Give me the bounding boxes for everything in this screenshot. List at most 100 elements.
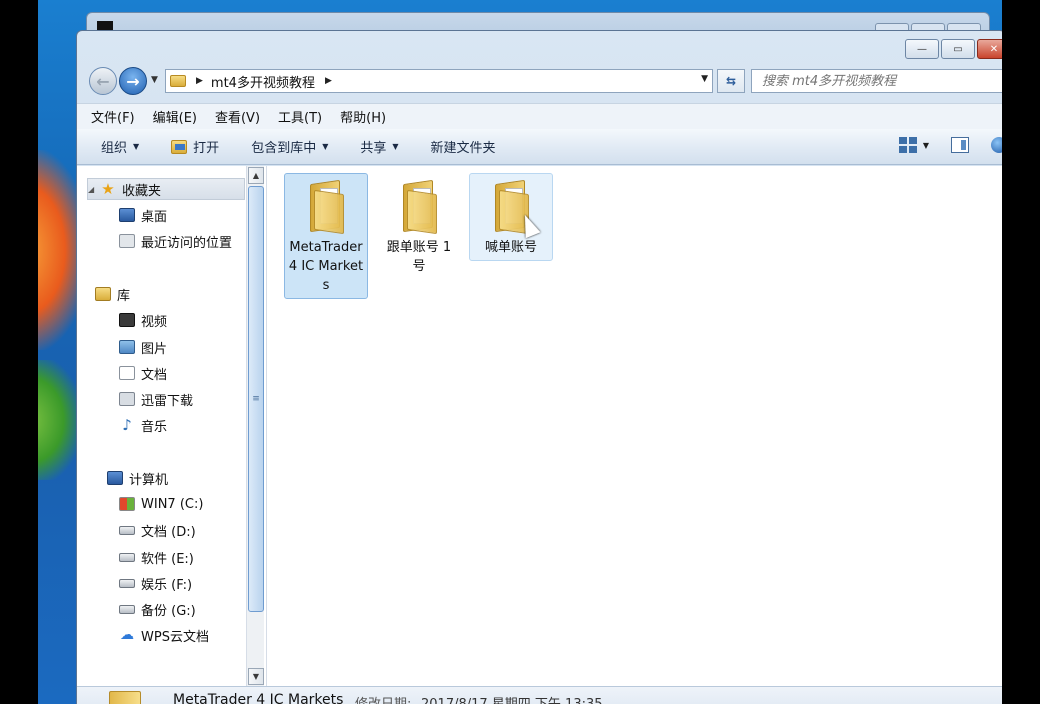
- nav-label: 迅雷下载: [141, 393, 194, 409]
- nav-label: 桌面: [141, 209, 168, 225]
- nav-drive-d[interactable]: 文档 (D:): [119, 519, 196, 541]
- nav-pictures[interactable]: 图片: [119, 336, 167, 358]
- nav-label: WIN7 (C:): [141, 496, 204, 512]
- nav-libraries[interactable]: 库: [95, 283, 130, 305]
- new-folder-label: 新建文件夹: [430, 141, 496, 156]
- back-button[interactable]: ←: [89, 67, 117, 95]
- computer-icon: [107, 471, 123, 485]
- windows-drive-icon: [119, 497, 135, 511]
- nav-label: 软件 (E:): [141, 551, 194, 567]
- nav-label: 图片: [141, 341, 168, 357]
- nav-label: 视频: [141, 314, 168, 330]
- nav-documents[interactable]: 文档: [119, 362, 167, 384]
- address-history-dropdown[interactable]: ▼: [701, 74, 708, 84]
- nav-videos[interactable]: 视频: [119, 309, 167, 331]
- open-button[interactable]: 打开: [171, 137, 219, 156]
- video-icon: [119, 313, 135, 327]
- hard-drive-icon: [119, 604, 135, 614]
- caption-buttons: — ▭ ✕: [905, 39, 1005, 59]
- details-modified-value: 2017/8/17 星期四 下午 13:35: [421, 693, 603, 704]
- menu-view[interactable]: 查看(V): [215, 107, 260, 126]
- organize-label: 组织: [101, 141, 128, 156]
- nav-label: 娱乐 (F:): [141, 577, 193, 593]
- recent-pages-dropdown[interactable]: ▼: [151, 75, 158, 85]
- change-view-icon[interactable]: [898, 137, 917, 153]
- include-library-label: 包含到库中: [251, 141, 317, 156]
- file-list: MetaTrader 4 IC Markets 跟单账号 1 号 喊单账号: [267, 166, 1005, 686]
- nav-label: 文档 (D:): [141, 524, 196, 540]
- nav-computer[interactable]: 计算机: [107, 467, 168, 489]
- cloud-icon: ☁: [120, 627, 134, 643]
- share-label: 共享: [360, 141, 387, 156]
- chevron-down-icon: ▼: [133, 142, 140, 151]
- folder-item[interactable]: 跟单账号 1 号: [377, 173, 461, 280]
- maximize-button[interactable]: ▭: [941, 39, 975, 59]
- desktop-decoration: [38, 360, 78, 480]
- new-folder-button[interactable]: 新建文件夹: [431, 137, 496, 156]
- breadcrumb-current[interactable]: mt4多开视频教程: [211, 72, 315, 91]
- view-controls: ▼: [898, 137, 1005, 153]
- nav-label: 最近访问的位置: [141, 235, 233, 251]
- nav-label: 收藏夹: [122, 183, 162, 199]
- desktop-icon: [119, 208, 135, 222]
- libraries-icon: [95, 287, 111, 301]
- nav-label: 备份 (G:): [141, 603, 196, 619]
- details-modified-label: 修改日期:: [355, 693, 411, 704]
- nav-xunlei-downloads[interactable]: 迅雷下载: [119, 388, 193, 410]
- download-icon: [119, 392, 135, 406]
- share-button[interactable]: 共享 ▼: [360, 137, 398, 156]
- navigation-pane: ◢ ★ 收藏夹 桌面 最近访问的位置 库 视频 图片 文档 迅雷下载 ♪ 音乐 …: [77, 166, 267, 686]
- menu-file[interactable]: 文件(F): [91, 107, 135, 126]
- folder-icon: [306, 178, 346, 235]
- recent-places-icon: [119, 234, 135, 248]
- menu-tools[interactable]: 工具(T): [278, 107, 322, 126]
- nav-recent-places[interactable]: 最近访问的位置: [119, 230, 232, 252]
- nav-drive-c[interactable]: WIN7 (C:): [119, 493, 203, 515]
- search-box[interactable]: [751, 69, 1005, 93]
- screen-border: [1002, 0, 1040, 704]
- include-library-button[interactable]: 包含到库中 ▼: [251, 137, 328, 156]
- nav-drive-f[interactable]: 娱乐 (F:): [119, 572, 192, 594]
- organize-button[interactable]: 组织 ▼: [101, 137, 139, 156]
- nav-scrollbar[interactable]: ▲ ≡ ▼: [246, 166, 264, 686]
- folder-icon: [399, 178, 439, 235]
- menu-help[interactable]: 帮助(H): [340, 107, 386, 126]
- folder-item[interactable]: MetaTrader 4 IC Markets: [284, 173, 368, 299]
- folder-name: 喊单账号: [484, 240, 537, 255]
- scroll-down-icon[interactable]: ▼: [248, 668, 264, 685]
- nav-drive-e[interactable]: 软件 (E:): [119, 546, 194, 568]
- nav-label: WPS云文档: [141, 629, 209, 645]
- folder-item[interactable]: 喊单账号: [469, 173, 553, 261]
- folder-name: 跟单账号 1 号: [386, 240, 452, 274]
- preview-pane-icon[interactable]: [951, 137, 969, 153]
- nav-drive-g[interactable]: 备份 (G:): [119, 598, 196, 620]
- minimize-button[interactable]: —: [905, 39, 939, 59]
- nav-label: 文档: [141, 367, 168, 383]
- forward-button[interactable]: →: [119, 67, 147, 95]
- expand-icon[interactable]: ◢: [88, 185, 100, 194]
- hard-drive-icon: [119, 525, 135, 535]
- nav-wps-cloud[interactable]: ☁ WPS云文档: [119, 624, 209, 646]
- hard-drive-icon: [119, 578, 135, 588]
- title-bar[interactable]: — ▭ ✕: [77, 31, 1005, 67]
- open-folder-icon: [171, 139, 188, 154]
- address-row: ← → ▼ ▶ mt4多开视频教程 ▶ ▼ ⇆: [77, 67, 1005, 97]
- nav-desktop[interactable]: 桌面: [119, 204, 167, 226]
- breadcrumb-arrow-icon[interactable]: ▶: [325, 76, 332, 86]
- explorer-window: — ▭ ✕ ← → ▼ ▶ mt4多开视频教程 ▶ ▼ ⇆ 文件(F) 编辑(E…: [76, 30, 1006, 704]
- nav-music[interactable]: ♪ 音乐: [119, 414, 167, 436]
- refresh-button[interactable]: ⇆: [717, 69, 745, 93]
- search-input[interactable]: [762, 73, 1005, 89]
- scroll-thumb[interactable]: ≡: [248, 186, 264, 612]
- details-pane: MetaTrader 4 IC Markets 修改日期: 2017/8/17 …: [77, 686, 1005, 704]
- menu-edit[interactable]: 编辑(E): [153, 107, 197, 126]
- scroll-up-icon[interactable]: ▲: [248, 167, 264, 184]
- star-icon: ★: [101, 180, 115, 198]
- folder-icon: [170, 75, 186, 87]
- details-name: MetaTrader 4 IC Markets: [173, 692, 344, 704]
- breadcrumb-arrow-icon[interactable]: ▶: [196, 76, 203, 86]
- view-dropdown-icon[interactable]: ▼: [923, 141, 929, 150]
- address-bar[interactable]: ▶ mt4多开视频教程 ▶ ▼: [165, 69, 713, 93]
- menu-bar: 文件(F) 编辑(E) 查看(V) 工具(T) 帮助(H): [77, 103, 1005, 129]
- nav-favorites[interactable]: ◢ ★ 收藏夹: [87, 178, 245, 200]
